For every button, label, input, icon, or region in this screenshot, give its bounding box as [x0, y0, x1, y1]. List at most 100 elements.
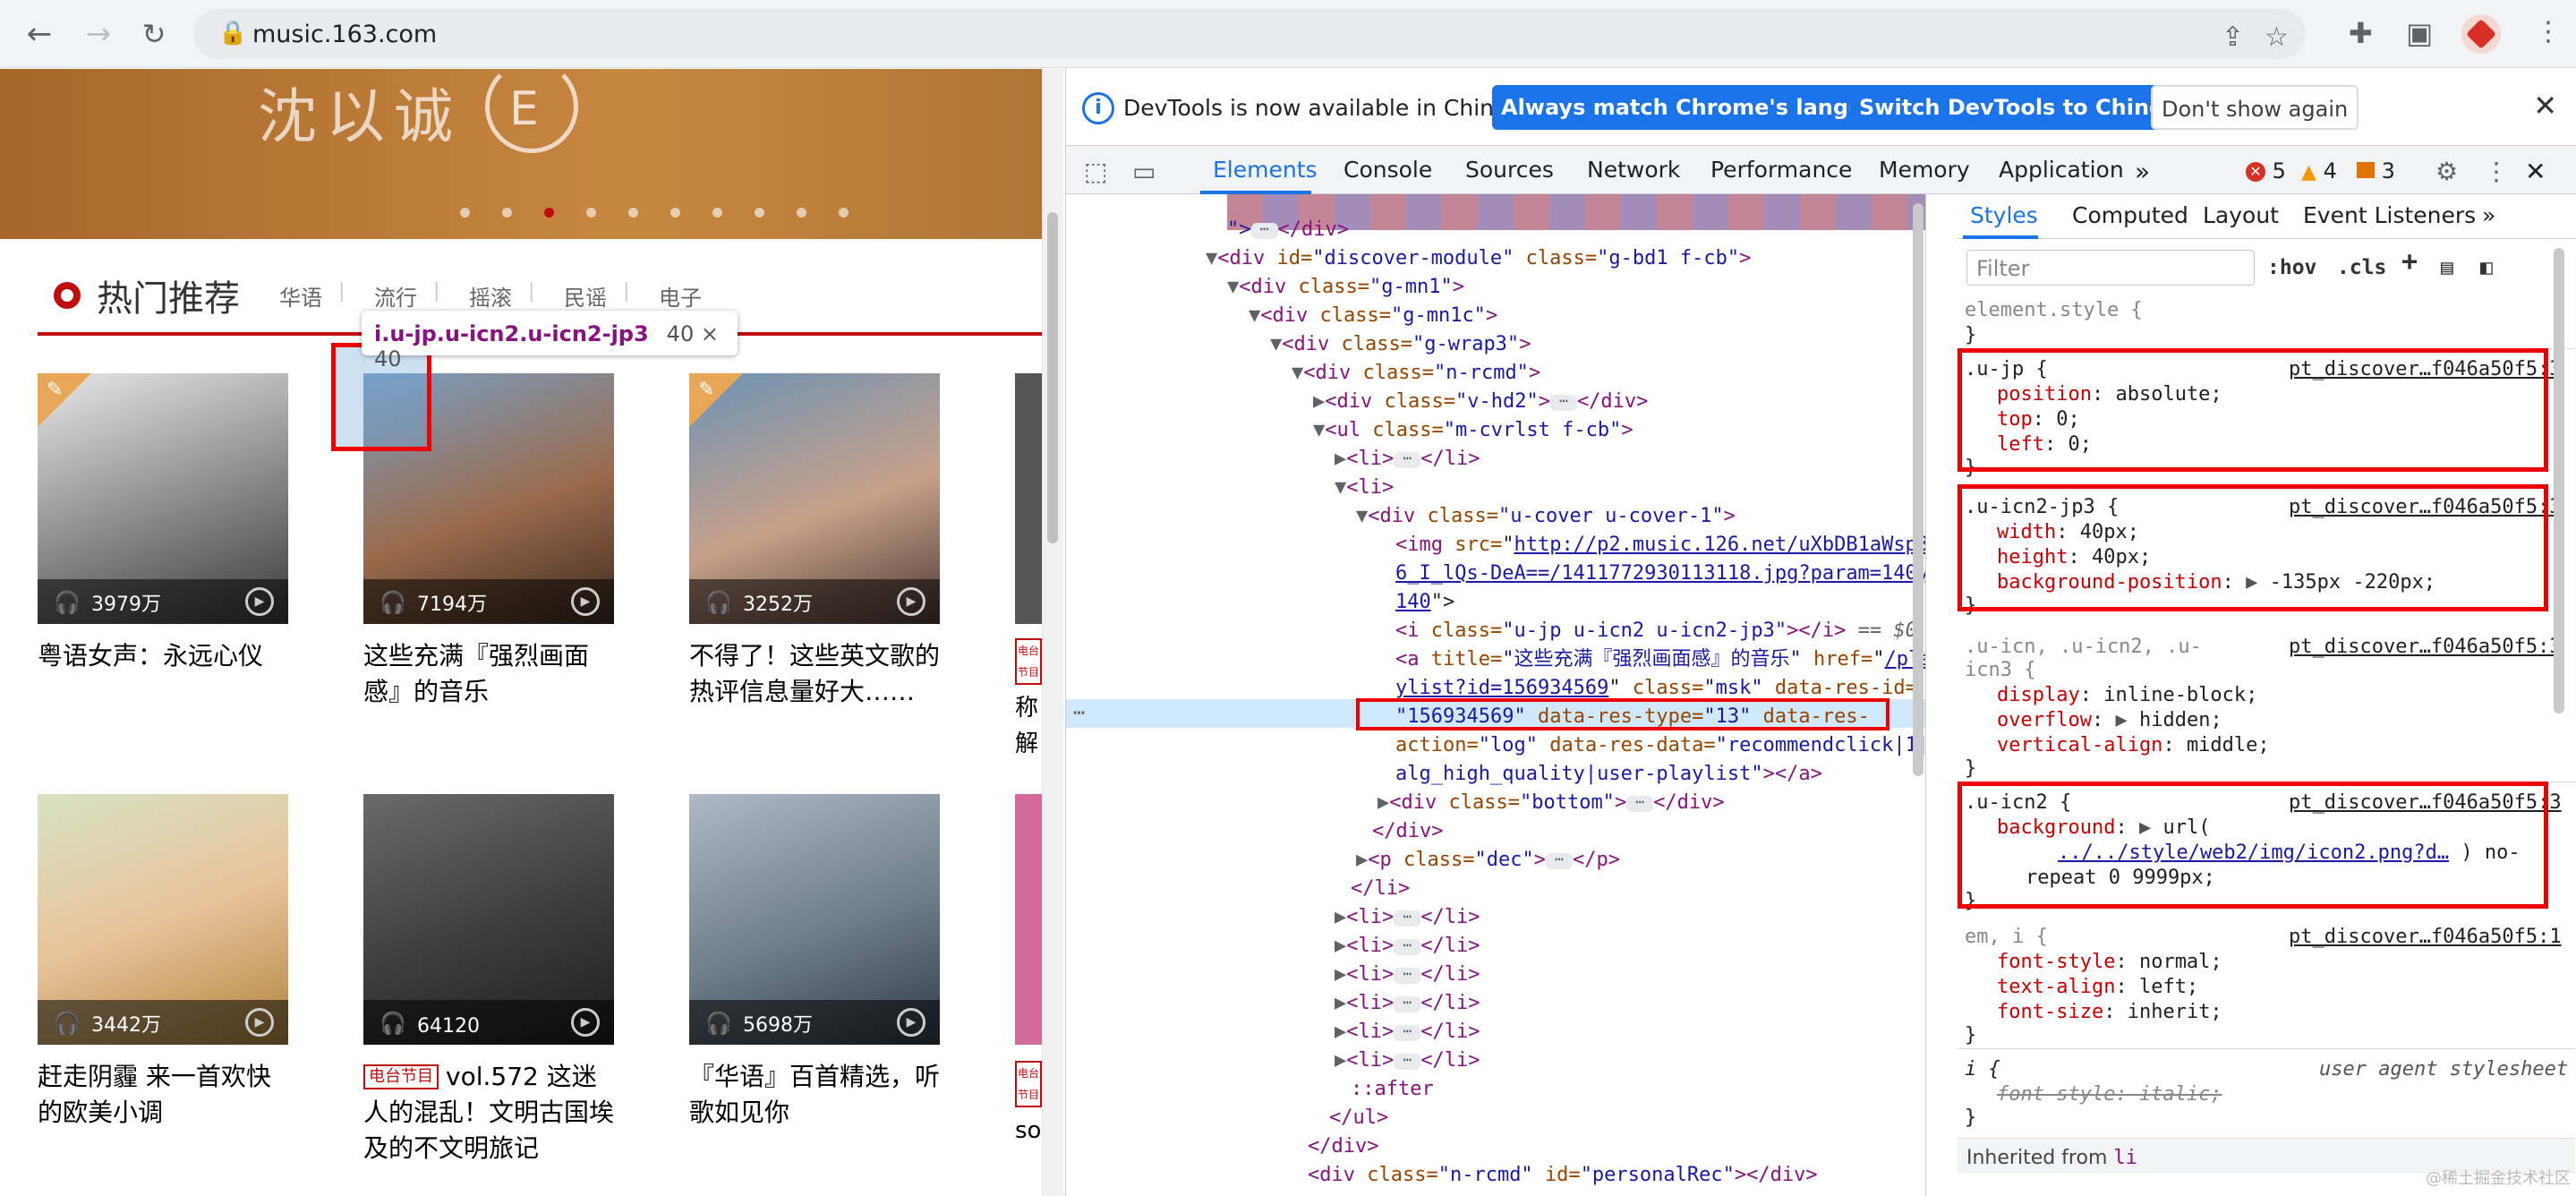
- css-declaration[interactable]: overflow: ▶ hidden;: [1997, 708, 2222, 733]
- playlist-cover[interactable]: 🎧 64120 ▶: [363, 794, 614, 1045]
- rule-selector[interactable]: .u-icn, .u-icn2, .u-: [1965, 635, 2202, 660]
- tag-link[interactable]: 民谣: [564, 280, 607, 312]
- styles-scrollbar[interactable]: [2554, 248, 2564, 713]
- playlist-card[interactable]: ✎ 🎧 3979万 ▶ 粤语女声：永远心仪: [38, 373, 288, 674]
- tab-console[interactable]: Console: [1343, 157, 1432, 183]
- play-icon[interactable]: ▶: [571, 1008, 600, 1037]
- row-menu-ellipsis[interactable]: ⋯: [1073, 699, 1085, 728]
- rule-selector[interactable]: em, i {: [1965, 925, 2048, 950]
- lock-icon[interactable]: 🔒: [218, 20, 247, 47]
- close-icon[interactable]: ✕: [2533, 89, 2557, 123]
- class-toggle[interactable]: .cls: [2337, 255, 2386, 280]
- playlist-title[interactable]: 电台节目 vol.572 这迷人的混乱！文明古国埃及的不文明旅记: [363, 1059, 614, 1166]
- carousel-dot[interactable]: [502, 208, 512, 218]
- play-icon[interactable]: ▶: [245, 1008, 274, 1037]
- play-icon[interactable]: ▶: [897, 1008, 925, 1037]
- playlist-cover[interactable]: 🎧 3442万 ▶: [38, 794, 288, 1045]
- carousel-dot[interactable]: [712, 208, 722, 218]
- dom-line[interactable]: </div>: [1308, 1132, 1378, 1161]
- css-declaration[interactable]: vertical-align: middle;: [1997, 733, 2270, 758]
- tab-event-listeners[interactable]: Event Listeners: [2303, 203, 2476, 228]
- new-rule-plus-icon[interactable]: +: [2401, 249, 2418, 276]
- dom-line[interactable]: </li>: [1351, 875, 1410, 903]
- playlist-title[interactable]: 粤语女声：永远心仪: [38, 638, 288, 674]
- dom-line[interactable]: ▶<li> ⋯ </li>: [1335, 445, 1480, 474]
- dom-line[interactable]: ▼<li>: [1335, 474, 1394, 502]
- carousel-dot[interactable]: [628, 208, 638, 218]
- tab-application[interactable]: Application: [1999, 157, 2124, 183]
- playlist-card[interactable]: 🎧 3442万 ▶ 赶走阴霾 来一首欢快的欧美小调: [38, 794, 288, 1131]
- more-tabs-chevron-icon[interactable]: »: [2135, 157, 2150, 186]
- bookmark-star-icon[interactable]: ☆: [2265, 21, 2289, 53]
- tab-performance[interactable]: Performance: [1710, 157, 1852, 183]
- tab-memory[interactable]: Memory: [1879, 157, 1970, 183]
- dom-line[interactable]: ▶<p class="dec"> ⋯ </p>: [1356, 846, 1620, 875]
- dom-line[interactable]: ▶<div class="bottom"> ⋯ </div>: [1378, 789, 1725, 817]
- tag-link[interactable]: 摇滚: [469, 280, 512, 312]
- issues-count[interactable]: 3: [2357, 158, 2395, 184]
- collapsed-ellipsis[interactable]: ⋯: [1250, 222, 1278, 239]
- tab-computed[interactable]: Computed: [2072, 203, 2188, 228]
- dom-line[interactable]: ::after: [1351, 1075, 1434, 1104]
- profile-avatar[interactable]: [2461, 14, 2501, 54]
- dom-line[interactable]: 140">: [1395, 588, 1454, 617]
- rule-selector[interactable]: icn3 {: [1965, 658, 2035, 683]
- tab-sources[interactable]: Sources: [1465, 157, 1554, 183]
- carousel-dot[interactable]: [460, 208, 470, 218]
- more-tabs-chevron-icon[interactable]: »: [2482, 203, 2495, 228]
- playlist-cover-partial[interactable]: [1015, 794, 1042, 1045]
- back-arrow-icon[interactable]: ←: [18, 13, 61, 56]
- dom-line[interactable]: <a title="这些充满『强烈画面感』的音乐" href="/pla: [1395, 645, 1925, 674]
- device-toolbar-icon[interactable]: ▭: [1132, 157, 1156, 186]
- playlist-card[interactable]: 🎧 64120 ▶ 电台节目 vol.572 这迷人的混乱！文明古国埃及的不文明旅…: [363, 794, 614, 1166]
- tab-styles[interactable]: Styles: [1970, 203, 2038, 228]
- error-count[interactable]: ✕ 5: [2246, 158, 2286, 184]
- dom-line[interactable]: ▼<div class="u-cover u-cover-1">: [1356, 502, 1736, 531]
- dom-line[interactable]: </div>: [1372, 817, 1443, 846]
- dom-line[interactable]: </ul>: [1329, 1104, 1388, 1132]
- inspect-cursor-icon[interactable]: ⬚: [1084, 157, 1107, 186]
- tab-elements[interactable]: Elements: [1213, 157, 1318, 183]
- dom-line[interactable]: ▼<div id="discover-module" class="g-bd1 …: [1206, 244, 1751, 273]
- playlist-cover[interactable]: 🎧 5698万 ▶: [689, 794, 940, 1045]
- playlist-card[interactable]: ✎ 🎧 3252万 ▶ 不得了！这些英文歌的热评信息量好大……: [689, 373, 940, 710]
- css-declaration[interactable]: font-style: normal;: [1997, 950, 2222, 975]
- playlist-title[interactable]: 『华语』百首精选，听歌如见你: [689, 1059, 940, 1131]
- hover-state-toggle[interactable]: :hov: [2267, 255, 2316, 280]
- reload-icon[interactable]: ↻: [132, 13, 175, 56]
- browser-menu-icon[interactable]: ⋮: [2535, 16, 2562, 47]
- share-icon[interactable]: ⇪: [2222, 21, 2244, 53]
- rule-source-link[interactable]: pt_discover…f046a50f5:3: [2289, 635, 2562, 660]
- tag-link[interactable]: 流行: [374, 280, 417, 312]
- carousel-dot[interactable]: [755, 208, 764, 218]
- dom-line[interactable]: 6_I_lQs-DeA==/1411772930113118.jpg?param…: [1395, 560, 1925, 588]
- carousel-dot[interactable]: [670, 208, 680, 218]
- playlist-card[interactable]: 🎧 5698万 ▶ 『华语』百首精选，听歌如见你: [689, 794, 940, 1131]
- playlist-title[interactable]: 赶走阴霾 来一首欢快的欧美小调: [38, 1059, 288, 1131]
- url-text[interactable]: music.163.com: [252, 21, 437, 48]
- dom-line[interactable]: ▶<li> ⋯ </li>: [1335, 903, 1480, 932]
- dont-show-again-button[interactable]: Don't show again: [2151, 85, 2359, 130]
- play-icon[interactable]: ▶: [245, 587, 274, 616]
- rule-source-link[interactable]: pt_discover…f046a50f5:1: [2289, 925, 2562, 950]
- rule-selector[interactable]: i {: [1965, 1057, 2000, 1082]
- css-declaration[interactable]: text-align: left;: [1997, 975, 2198, 1000]
- carousel-dot[interactable]: [544, 208, 554, 218]
- dom-line[interactable]: ▶<li> ⋯ </li>: [1335, 961, 1480, 989]
- kebab-menu-icon[interactable]: ⋮: [2484, 157, 2509, 186]
- dom-line[interactable]: ▼<div class="g-mn1c">: [1249, 302, 1497, 330]
- settings-gear-icon[interactable]: ⚙: [2435, 157, 2458, 186]
- dom-line[interactable]: <img src="http://p2.music.126.net/uXbDB1…: [1395, 531, 1925, 560]
- dom-line[interactable]: ▼<div class="g-wrap3">: [1270, 330, 1531, 359]
- tag-link[interactable]: 电子: [659, 280, 702, 312]
- dom-line[interactable]: ▼<div class="n-rcmd">: [1292, 359, 1540, 388]
- dom-line[interactable]: action="log" data-res-data="recommendcli…: [1395, 731, 1925, 760]
- css-declaration[interactable]: display: inline-block;: [1997, 683, 2257, 708]
- css-declaration[interactable]: font-size: inherit;: [1997, 1000, 2222, 1025]
- element-style-selector[interactable]: element.style {: [1965, 298, 2143, 323]
- side-panel-icon[interactable]: ▣: [2406, 16, 2433, 50]
- dom-line[interactable]: ▶<li> ⋯ </li>: [1335, 989, 1480, 1018]
- warning-count[interactable]: ▲ 4: [2301, 158, 2337, 184]
- dom-line[interactable]: ▶<li> ⋯ </li>: [1335, 1046, 1480, 1075]
- paint-brush-icon[interactable]: ▤: [2441, 255, 2453, 280]
